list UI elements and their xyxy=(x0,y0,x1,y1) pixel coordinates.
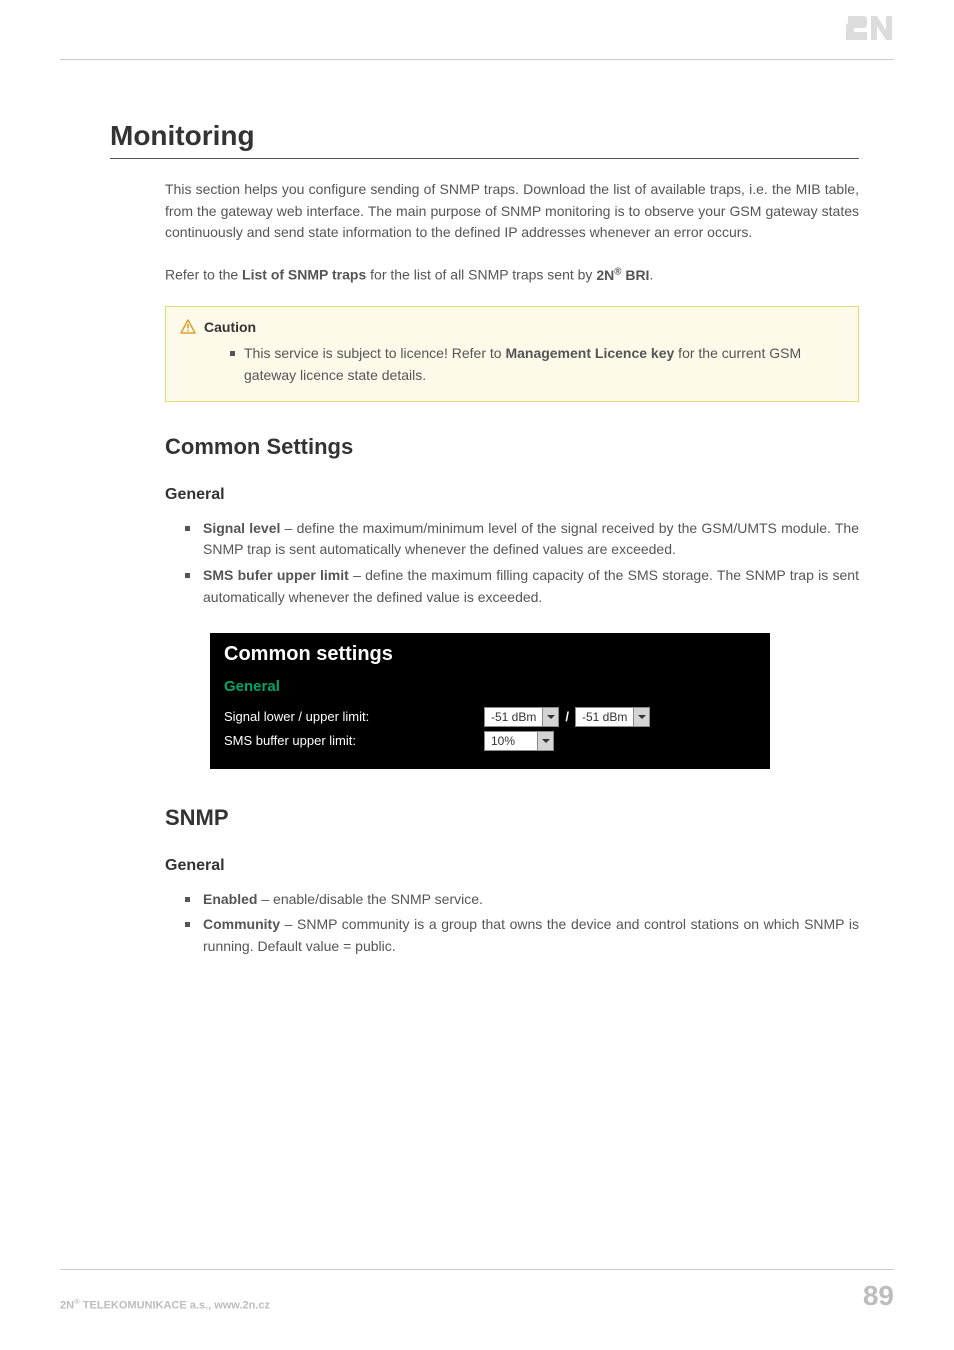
caution-body: This service is subject to licence! Refe… xyxy=(180,343,844,386)
list-item: Signal level – define the maximum/minimu… xyxy=(185,518,859,561)
footer-company-suffix: TELEKOMUNIKACE a.s., www.2n.cz xyxy=(80,1300,270,1312)
caution-title: Caution xyxy=(204,319,256,335)
sms-buffer-dropdown[interactable]: 10% xyxy=(484,731,554,751)
refer-end: . xyxy=(649,267,653,283)
sms-buffer-row: SMS buffer upper limit: 10% xyxy=(224,731,756,751)
list-item: Enabled – enable/disable the SNMP servic… xyxy=(185,889,859,911)
caution-text-prefix: This service is subject to licence! Refe… xyxy=(244,345,505,361)
intro-paragraph: This section helps you configure sending… xyxy=(165,179,859,244)
list-item-desc: – enable/disable the SNMP service. xyxy=(257,891,482,907)
page-content: Monitoring This section helps you config… xyxy=(110,120,859,982)
intro-block: This section helps you configure sending… xyxy=(165,179,859,286)
common-settings-heading: Common Settings xyxy=(165,434,859,460)
panel-title: Common settings xyxy=(224,643,756,666)
signal-limit-label: Signal lower / upper limit: xyxy=(224,709,484,724)
signal-lower-value: -51 dBm xyxy=(485,708,542,726)
signal-upper-dropdown[interactable]: -51 dBm xyxy=(575,707,650,727)
caution-box: Caution This service is subject to licen… xyxy=(165,306,859,401)
list-item-term: Community xyxy=(203,916,280,932)
common-settings-list: Signal level – define the maximum/minimu… xyxy=(185,518,859,609)
chevron-down-icon xyxy=(633,708,649,726)
refer-product-suffix: BRI xyxy=(621,267,649,283)
signal-upper-value: -51 dBm xyxy=(576,708,633,726)
signal-limit-controls: -51 dBm / -51 dBm xyxy=(484,707,650,727)
general-heading-2: General xyxy=(165,857,859,875)
sms-buffer-value: 10% xyxy=(485,732,537,750)
general-heading-1: General xyxy=(165,486,859,504)
brand-logo xyxy=(846,14,894,49)
page-number: 89 xyxy=(863,1280,894,1312)
slash-separator: / xyxy=(565,709,569,724)
list-item-term: Signal level xyxy=(203,520,280,536)
settings-screenshot-panel: Common settings General Signal lower / u… xyxy=(210,633,770,769)
refer-bold: List of SNMP traps xyxy=(242,267,366,283)
caution-item: This service is subject to licence! Refe… xyxy=(230,343,844,386)
caution-header: Caution xyxy=(180,319,844,335)
sms-buffer-controls: 10% xyxy=(484,731,554,751)
refer-prefix: Refer to the xyxy=(165,267,242,283)
list-item-desc: – SNMP community is a group that owns th… xyxy=(203,916,859,954)
page-header xyxy=(60,0,894,60)
signal-lower-dropdown[interactable]: -51 dBm xyxy=(484,707,559,727)
panel-section-label: General xyxy=(224,678,756,695)
signal-limit-row: Signal lower / upper limit: -51 dBm / -5… xyxy=(224,707,756,727)
list-item-term: Enabled xyxy=(203,891,257,907)
page-title: Monitoring xyxy=(110,120,859,159)
list-item-desc: – define the maximum/minimum level of th… xyxy=(203,520,859,558)
page-footer: 2N® TELEKOMUNIKACE a.s., www.2n.cz 89 xyxy=(60,1269,894,1312)
refer-line: Refer to the List of SNMP traps for the … xyxy=(165,264,859,286)
chevron-down-icon xyxy=(542,708,558,726)
footer-company-prefix: 2N xyxy=(60,1300,74,1312)
caution-text-bold: Management Licence key xyxy=(505,345,674,361)
list-item: SMS bufer upper limit – define the maxim… xyxy=(185,565,859,608)
chevron-down-icon xyxy=(537,732,553,750)
list-item-term: SMS bufer upper limit xyxy=(203,567,349,583)
sms-buffer-label: SMS buffer upper limit: xyxy=(224,733,484,748)
refer-mid: for the list of all SNMP traps sent by xyxy=(366,267,596,283)
warning-icon xyxy=(180,319,196,335)
snmp-heading: SNMP xyxy=(165,805,859,831)
refer-product: 2N® BRI xyxy=(596,267,649,283)
refer-product-prefix: 2N xyxy=(596,267,614,283)
snmp-list: Enabled – enable/disable the SNMP servic… xyxy=(185,889,859,958)
list-item: Community – SNMP community is a group th… xyxy=(185,914,859,957)
footer-company: 2N® TELEKOMUNIKACE a.s., www.2n.cz xyxy=(60,1297,270,1312)
